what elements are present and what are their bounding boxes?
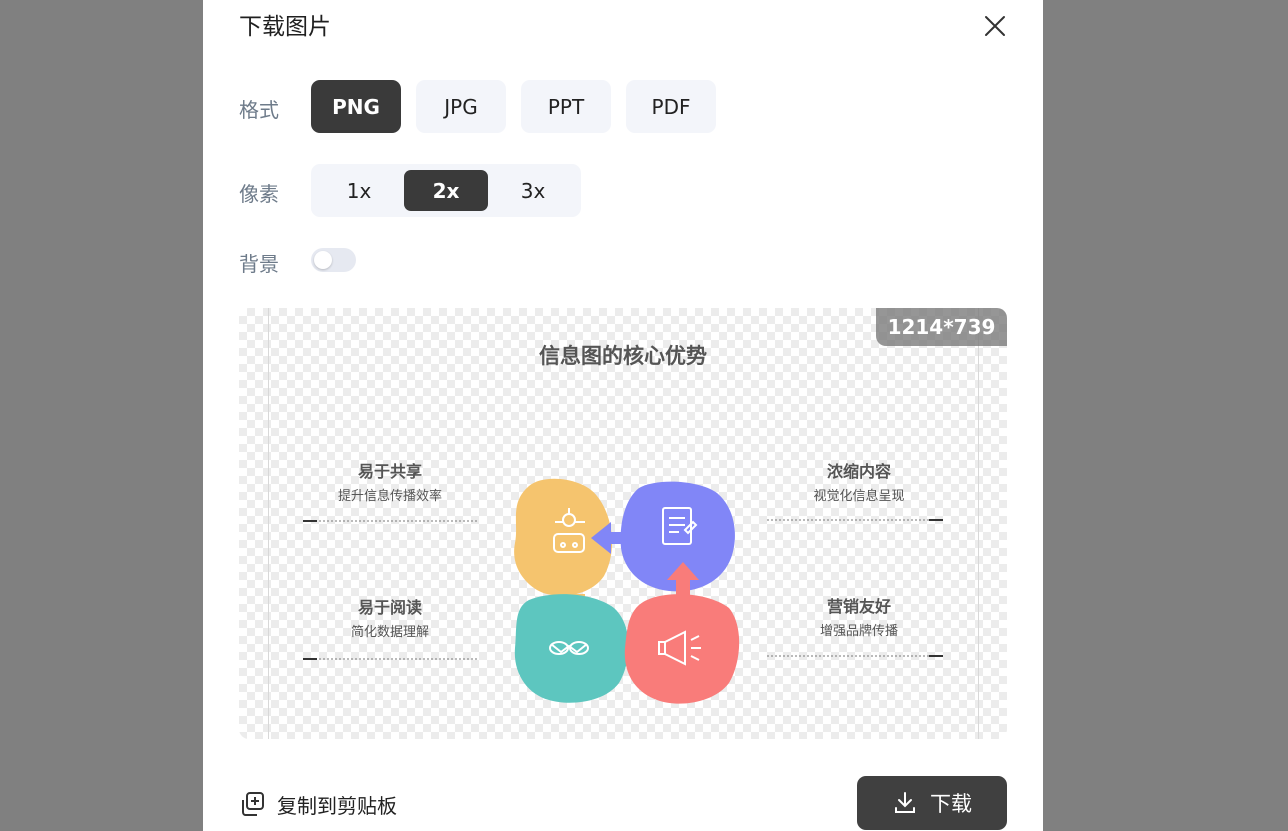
download-dialog: 下载图片 格式 PNG JPG PPT PDF 像素 1x 2x 3x 背景 1…	[203, 0, 1043, 831]
close-icon[interactable]	[981, 12, 1009, 40]
download-button[interactable]: 下载	[857, 776, 1007, 830]
format-jpg-button[interactable]: JPG	[416, 80, 506, 133]
dialog-title: 下载图片	[239, 14, 331, 40]
download-icon	[895, 792, 915, 813]
format-pdf-button[interactable]: PDF	[626, 80, 716, 133]
pixel-ratio-group: 1x 2x 3x	[311, 164, 581, 217]
pixel-label: 像素	[239, 182, 279, 206]
pixel-2x-button[interactable]: 2x	[404, 170, 488, 211]
pixel-1x-button[interactable]: 1x	[317, 170, 401, 211]
toggle-knob	[314, 251, 332, 269]
copy-label: 复制到剪贴板	[277, 793, 397, 818]
image-preview: 1214*739 信息图的核心优势 易于共享 提升信息传播效率 易于阅读 简化数…	[239, 308, 1007, 739]
format-label: 格式	[239, 98, 279, 122]
download-label: 下载	[930, 792, 972, 816]
pixel-3x-button[interactable]: 3x	[491, 170, 575, 211]
infographic-graphic	[303, 478, 943, 704]
background-label: 背景	[239, 252, 279, 276]
blob-teal	[514, 594, 641, 703]
format-ppt-button[interactable]: PPT	[521, 80, 611, 133]
background-toggle[interactable]	[311, 248, 356, 272]
copy-to-clipboard-button[interactable]: 复制到剪贴板	[239, 788, 397, 820]
format-png-button[interactable]: PNG	[311, 80, 401, 133]
copy-icon	[242, 792, 264, 816]
